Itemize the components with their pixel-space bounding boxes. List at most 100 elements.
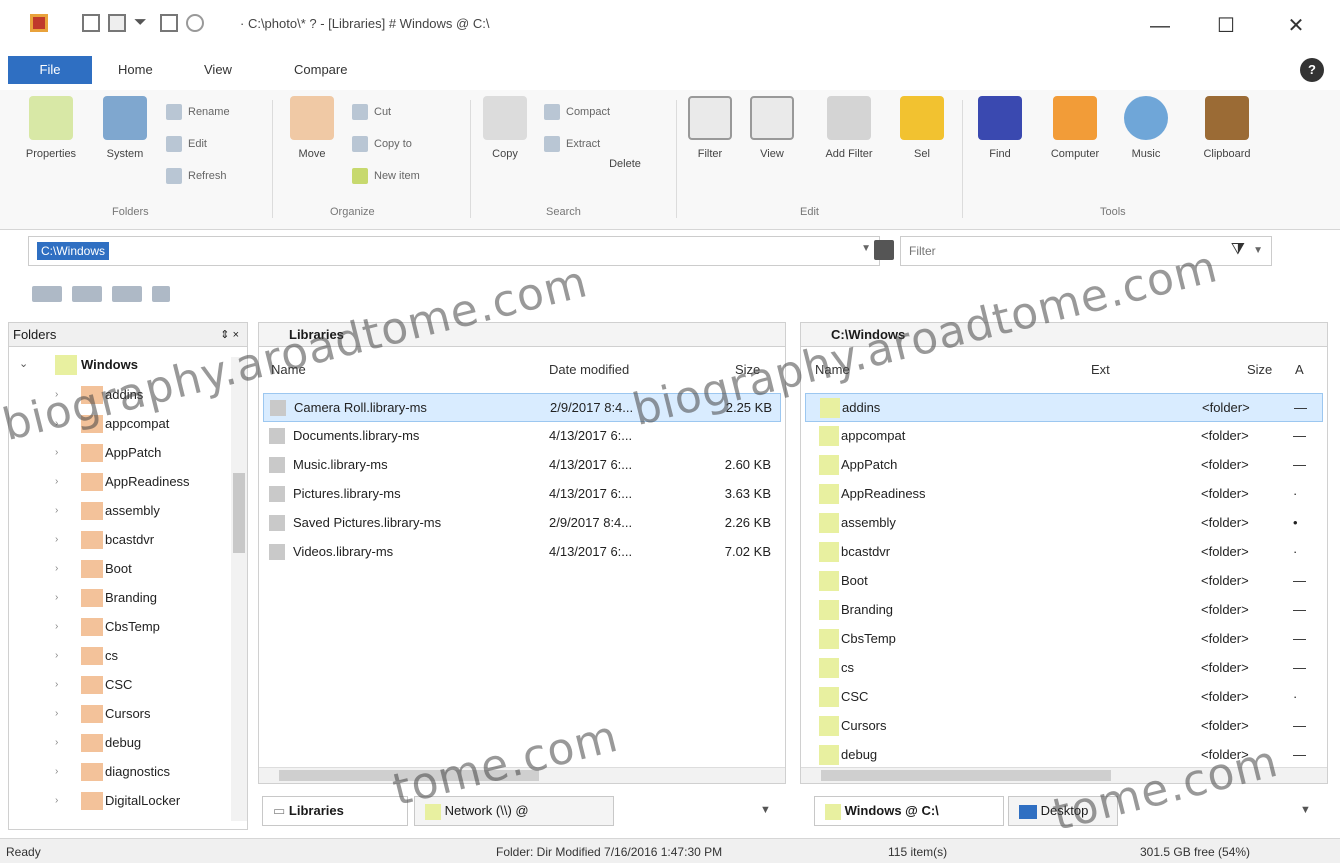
move-button[interactable]: Move [284,96,340,160]
table-row[interactable]: Branding <folder> — [805,596,1323,625]
tree-item[interactable]: › appcompat [9,410,239,439]
address-path[interactable]: C:\Windows [37,242,110,260]
maximize-button[interactable]: ☐ [1196,6,1256,46]
tree-root[interactable]: ⌄ Windows [9,351,239,380]
delete-icon[interactable] [186,14,204,32]
table-row[interactable]: Cursors <folder> — [805,712,1323,741]
table-row[interactable]: CbsTemp <folder> — [805,625,1323,654]
folder-icon[interactable] [108,14,126,32]
expand-icon[interactable]: › [55,650,58,661]
tab-dropdown-icon[interactable]: ▼ [1300,804,1311,816]
column-attr[interactable]: A [1295,355,1304,385]
tree-item[interactable]: › addins [9,381,239,410]
tree-item[interactable]: › diagnostics [9,758,239,787]
copy-icon[interactable] [160,14,178,32]
expand-icon[interactable]: › [55,534,58,545]
tab-network[interactable]: Network (\\) @ [414,796,614,826]
table-row[interactable]: Music.library-ms 4/13/2017 6:... 2.60 KB [263,451,781,480]
table-row[interactable]: cs <folder> — [805,654,1323,683]
tree-item[interactable]: › Branding [9,584,239,613]
edit-button[interactable]: Edit [166,136,207,152]
expand-icon[interactable]: › [55,389,58,400]
tree-item[interactable]: › assembly [9,497,239,526]
tree-item[interactable]: › AppReadiness [9,468,239,497]
filter-button[interactable]: Filter [682,96,738,160]
tab-libraries[interactable]: ▭ Libraries [262,796,408,826]
compact-button[interactable]: Compact [544,104,610,120]
right-scroll-thumb[interactable] [821,770,1111,781]
table-row[interactable]: Camera Roll.library-ms 2/9/2017 8:4... 2.2… [263,393,781,422]
table-row[interactable]: Videos.library-ms 4/13/2017 6:... 7.02 KB [263,538,781,567]
more-icon[interactable] [152,286,170,302]
chevron-down-icon[interactable]: ▼ [861,243,871,254]
tab-dropdown-icon[interactable]: ▼ [760,804,771,816]
expand-icon[interactable]: › [55,737,58,748]
table-row[interactable]: Boot <folder> — [805,567,1323,596]
sort-icon[interactable] [72,286,102,302]
expand-icon[interactable]: › [55,708,58,719]
expand-icon[interactable]: › [55,447,58,458]
column-date[interactable]: Date modified [549,355,629,385]
new-tab-icon[interactable] [82,14,100,32]
table-row[interactable]: assembly <folder> • [805,509,1323,538]
table-row[interactable]: Saved Pictures.library-ms 2/9/2017 8:4...… [263,509,781,538]
tree-item[interactable]: › bcastdvr [9,526,239,555]
address-bar[interactable]: C:\Windows ▼ [28,236,880,266]
filter-box[interactable]: ⧩ ▼ [900,236,1272,266]
table-row[interactable]: AppReadiness <folder> · [805,480,1323,509]
column-size[interactable]: Size [1247,355,1272,385]
expand-icon[interactable]: › [55,563,58,574]
tree-scroll-thumb[interactable] [233,473,245,553]
tree-item[interactable]: › debug [9,729,239,758]
column-name[interactable]: Name [271,355,306,385]
new-item-button[interactable]: New item [352,168,420,184]
find-button[interactable]: Find [972,96,1028,160]
table-row[interactable]: appcompat <folder> — [805,422,1323,451]
tree-item[interactable]: › Boot [9,555,239,584]
tree-item[interactable]: › cs [9,642,239,671]
sel-button[interactable]: Sel [892,96,952,160]
copy-to-button[interactable]: Copy to [352,136,412,152]
tab-desktop[interactable]: Desktop [1008,796,1118,826]
expand-icon[interactable]: › [55,418,58,429]
tab-file[interactable]: File [8,56,92,84]
columns-icon[interactable] [112,286,142,302]
copy-button[interactable]: Copy [480,96,530,160]
minimize-button[interactable]: — [1130,6,1190,46]
close-button[interactable]: ✕ [1266,6,1326,46]
tree-item[interactable]: › Cursors [9,700,239,729]
expand-icon[interactable]: ⌄ [19,357,28,370]
expand-icon[interactable]: › [55,505,58,516]
view-button[interactable]: View [744,96,800,160]
expand-icon[interactable]: › [55,476,58,487]
rename-button[interactable]: Rename [166,104,230,120]
table-row[interactable]: Pictures.library-ms 4/13/2017 6:... 3.63 K… [263,480,781,509]
expand-icon[interactable]: › [55,592,58,603]
tree-item[interactable]: › DigitalLocker [9,787,239,816]
system-button[interactable]: System [92,96,158,160]
tab-home[interactable]: Home [106,56,165,84]
expand-icon[interactable]: › [55,766,58,777]
tree-scrollbar[interactable] [231,357,247,821]
music-button[interactable]: Music [1118,96,1174,160]
chevron-down-icon[interactable]: ▼ [1253,245,1263,256]
expand-icon[interactable]: › [55,679,58,690]
table-row[interactable]: AppPatch <folder> — [805,451,1323,480]
computer-button[interactable]: Computer [1038,96,1112,160]
pin-icon[interactable]: ⇕ × [220,323,239,347]
column-ext[interactable]: Ext [1091,355,1110,385]
table-row[interactable]: addins <folder> — [805,393,1323,422]
tab-view[interactable]: View [192,56,244,84]
delete-button[interactable]: Delete [596,150,654,170]
layout-icon[interactable] [32,286,62,302]
clipboard-button[interactable]: Clipboard [1180,96,1274,160]
tree-item[interactable]: › CSC [9,671,239,700]
filter-funnel-icon[interactable]: ⧩ [1231,241,1245,259]
expand-icon[interactable]: › [55,621,58,632]
table-row[interactable]: Documents.library-ms 4/13/2017 6:... [263,422,781,451]
help-icon[interactable]: ? [1300,58,1324,82]
tab-compare[interactable]: Compare [282,56,359,84]
table-row[interactable]: bcastdvr <folder> · [805,538,1323,567]
tab-windows[interactable]: Windows @ C:\ [814,796,1004,826]
right-hscrollbar[interactable] [801,767,1327,783]
